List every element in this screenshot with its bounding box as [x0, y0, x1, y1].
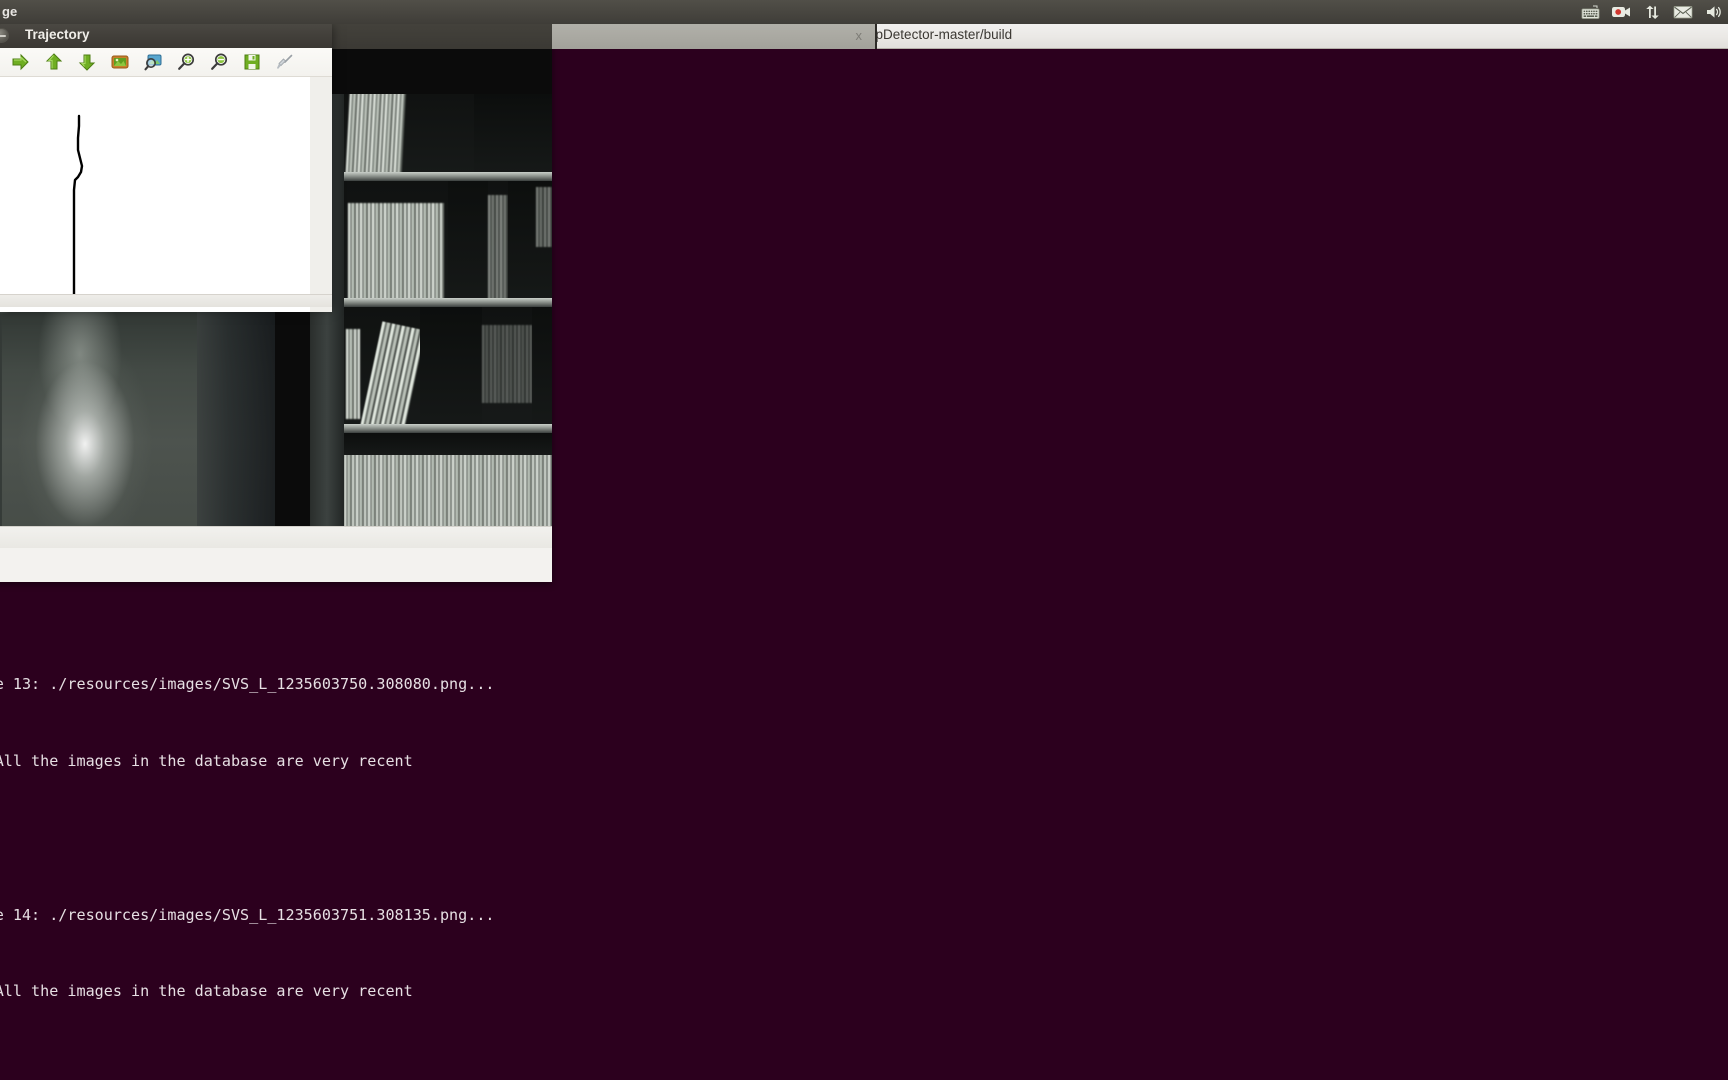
shelf-bay	[344, 307, 552, 432]
trajectory-titlebar[interactable]: Trajectory	[0, 22, 332, 48]
zoom-out-button[interactable]	[208, 51, 230, 73]
shelf-bay	[344, 433, 552, 526]
picture-icon	[110, 52, 130, 72]
shelf-board	[344, 298, 552, 307]
trajectory-plot[interactable]	[0, 77, 310, 312]
pan-up-button[interactable]	[43, 51, 65, 73]
trajectory-path-svg	[72, 114, 84, 298]
zoom-in-button[interactable]	[175, 51, 197, 73]
books-row	[488, 195, 508, 303]
terminal-tabstrip: x	[552, 22, 877, 49]
desktop-root: cn@bot: ~/file/library/DLoopDetector-mas…	[0, 0, 1728, 1080]
volume-indicator-icon[interactable]	[1704, 3, 1724, 21]
tab-divider	[875, 22, 877, 49]
magnifier-plus-icon	[176, 52, 196, 72]
terminal-line: o loop: All the images in the database a…	[0, 751, 413, 770]
screen-recorder-icon[interactable]	[1611, 3, 1631, 21]
trajectory-toolbar	[0, 48, 332, 77]
fit-image-button[interactable]	[109, 51, 131, 73]
clear-button[interactable]	[274, 51, 296, 73]
messaging-indicator-icon[interactable]	[1673, 3, 1693, 21]
terminal-line: ing image 14: ./resources/images/SVS_L_1…	[0, 905, 495, 924]
arrow-right-icon	[11, 52, 31, 72]
arrow-down-icon	[77, 52, 97, 72]
picture-zoom-icon	[143, 52, 163, 72]
trajectory-window: Trajectory	[0, 22, 332, 312]
shelf-board	[344, 424, 552, 433]
trajectory-statusbar	[0, 294, 332, 307]
books-row	[348, 203, 444, 303]
books-row	[345, 94, 407, 174]
keyboard-indicator-icon[interactable]	[1580, 3, 1600, 21]
pan-right-button[interactable]	[10, 51, 32, 73]
terminal-line: o loop: All the images in the database a…	[0, 982, 413, 1001]
bookshelf-image	[310, 94, 552, 526]
panel-menu-label[interactable]: ge	[2, 3, 17, 21]
zoom-fit-button[interactable]	[142, 51, 164, 73]
shelf-bay	[344, 94, 552, 174]
terminal-line: ing image 13: ./resources/images/SVS_L_1…	[0, 675, 495, 694]
books-row	[482, 325, 532, 403]
books-row	[536, 187, 552, 247]
close-icon[interactable]	[0, 28, 9, 43]
terminal-tab[interactable]: x	[552, 22, 877, 49]
trajectory-title: Trajectory	[25, 27, 90, 42]
system-tray	[1580, 0, 1724, 24]
image-viewer-statusbar	[0, 526, 552, 548]
shelf-bay	[344, 181, 552, 306]
shelf-shadow	[420, 307, 482, 432]
terminal-output: ing image 13: ./resources/images/SVS_L_1…	[0, 621, 495, 1080]
shelf-shadow	[344, 433, 552, 455]
trajectory-plot-margin	[310, 77, 332, 312]
broom-icon	[275, 52, 295, 72]
tilted-books	[360, 321, 426, 432]
pan-down-button[interactable]	[76, 51, 98, 73]
magnifier-minus-icon	[209, 52, 229, 72]
shelf-board	[344, 172, 552, 181]
unity-top-panel: ge	[0, 0, 1728, 24]
books-row	[346, 329, 360, 419]
shelf-shadow	[474, 94, 552, 174]
books-row	[344, 453, 552, 526]
tab-close-icon[interactable]: x	[856, 27, 863, 44]
arrow-up-icon	[44, 52, 64, 72]
network-indicator-icon[interactable]	[1642, 3, 1662, 21]
shelf-shadow	[448, 181, 488, 306]
floppy-save-icon	[242, 52, 262, 72]
save-button[interactable]	[241, 51, 263, 73]
shelf-shadow	[532, 307, 552, 432]
